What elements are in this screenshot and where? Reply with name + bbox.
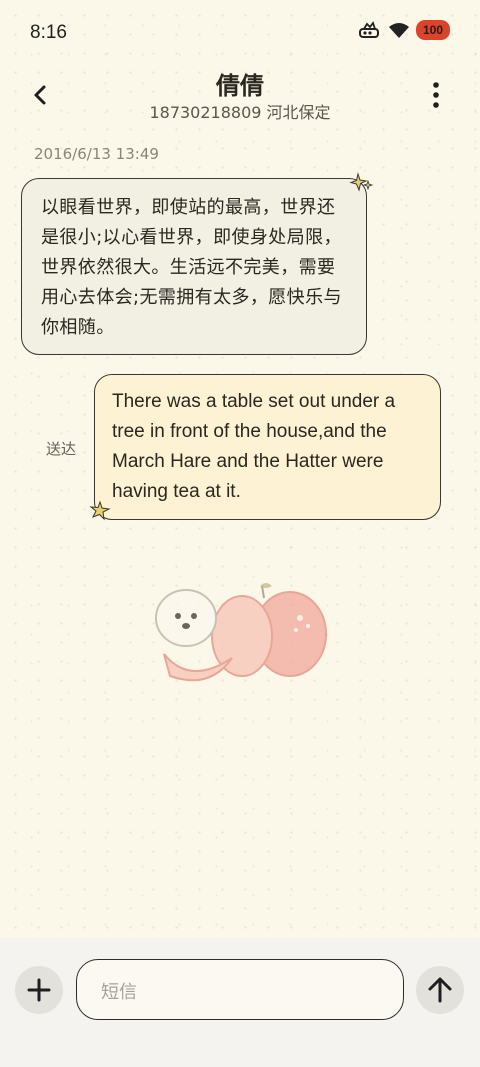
contact-name: 倩倩	[216, 72, 264, 100]
plus-icon	[27, 978, 51, 1002]
send-button[interactable]	[416, 966, 464, 1014]
arrow-up-icon	[428, 977, 452, 1003]
signal-icon	[358, 21, 379, 38]
status-time: 8:16	[30, 22, 67, 43]
status-icons: 100	[358, 20, 450, 40]
message-input-placeholder: 短信	[101, 982, 137, 1003]
sparkle-icon	[349, 172, 374, 192]
outgoing-message-bubble[interactable]: There was a table set out under a tree i…	[94, 374, 441, 520]
dog-and-peach-illustration	[155, 583, 327, 682]
outgoing-message-text: There was a table set out under a tree i…	[112, 391, 396, 502]
status-bar: 8:16 100	[0, 0, 480, 64]
sparkle-icon	[89, 500, 111, 521]
wifi-icon	[388, 23, 409, 38]
contact-info: 18730218809 河北保定	[149, 103, 331, 122]
incoming-message-bubble[interactable]: 以眼看世界，即使站的最高，世界还是很小;以心看世界，即使身处局限，世界依然很大。…	[21, 178, 367, 355]
add-attachment-button[interactable]	[15, 966, 63, 1014]
message-input[interactable]: 短信	[76, 959, 404, 1020]
incoming-message-text: 以眼看世界，即使站的最高，世界还是很小;以心看世界，即使身处局限，世界依然很大。…	[41, 197, 342, 338]
delivery-status: 送达	[46, 440, 77, 458]
message-timestamp: 2016/6/13 13:49	[34, 145, 159, 163]
battery-icon: 100	[415, 20, 450, 40]
more-vertical-icon[interactable]	[430, 82, 442, 108]
